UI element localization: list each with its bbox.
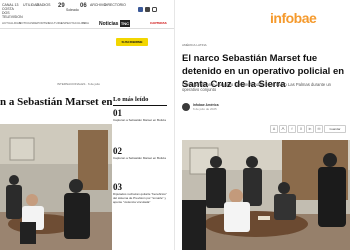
topbar-link-radios[interactable]: RADIOS	[37, 3, 50, 7]
email-share-icon[interactable]: ✉	[315, 125, 323, 133]
most-read-item[interactable]: 01 Capturan a Sebastián Marset en Bolivi…	[113, 108, 169, 122]
brand-badge: TNC	[119, 20, 131, 27]
most-read-text[interactable]: Diputados rechazan quitarle "beneficios"…	[113, 192, 169, 204]
infobae-logo[interactable]: infobae	[270, 10, 317, 26]
topbar-link-directorio[interactable]: DIRECTORIO	[104, 3, 126, 7]
twitter-icon[interactable]	[145, 7, 150, 12]
most-read-title: Lo más leído	[113, 96, 149, 103]
site-brand[interactable]: Noticias TNC	[99, 20, 131, 28]
most-read-item[interactable]: 03 Diputados rechazan quitarle "benefici…	[113, 182, 169, 204]
font-decrease-button[interactable]: A	[270, 125, 278, 133]
nav-item-vida[interactable]: VIDA	[82, 21, 89, 25]
section-tag: INTERNACIONALES · 6 de julio	[57, 82, 101, 86]
brand-tag[interactable]: CARTERAS	[150, 21, 167, 25]
top-bar: CANAL 13 COSTA DOS TELEVISION UTILIDAD R…	[0, 2, 174, 19]
avatar[interactable]	[182, 103, 190, 111]
nav-item-deportes[interactable]: DEPORTES	[33, 21, 49, 25]
most-read-number: 02	[113, 146, 122, 156]
weather-label: Soleado	[66, 8, 79, 12]
date-day: 06	[80, 3, 87, 9]
facebook-icon[interactable]	[138, 7, 143, 12]
article-tools: A A f X in ✉ Guardar	[182, 125, 348, 133]
article-deck: El narcotraficante uruguayo fue aprehend…	[182, 82, 331, 92]
breadcrumb[interactable]: AMÉRICA LATINA	[182, 43, 207, 47]
brand-prefix: Noticias	[99, 21, 119, 27]
arrest-scene-image	[182, 140, 350, 250]
most-read-divider	[113, 105, 167, 106]
byline: Infobae América 6 de julio de 2025	[182, 103, 348, 115]
publish-date: 6 de julio de 2025	[193, 107, 217, 111]
most-read-item[interactable]: 02 Capturan a Sebastián Marset en Bolivi…	[113, 146, 169, 160]
subscribe-button[interactable]: SUSCRIBIRME	[116, 38, 148, 46]
right-article-pane: infobae AMÉRICA LATINA El narco Sebastiá…	[175, 0, 350, 250]
article-headline: n a Sebastián Marset en	[0, 96, 112, 108]
most-read-number: 01	[113, 108, 122, 118]
save-button[interactable]: Guardar	[324, 125, 346, 133]
channel-brand[interactable]: CANAL 13 COSTA DOS TELEVISION	[2, 3, 23, 19]
font-increase-button[interactable]: A	[279, 125, 287, 133]
temperature: 29	[58, 3, 65, 9]
most-read-text[interactable]: Capturan a Sebastián Marset en Bolivia	[113, 118, 169, 122]
arrest-scene-image	[0, 124, 112, 250]
nav-item-cultura[interactable]: CULTURA	[48, 21, 62, 25]
most-read-text[interactable]: Capturan a Sebastián Marset en Bolivia	[113, 156, 169, 160]
article-photo	[182, 140, 350, 250]
x-share-icon[interactable]: X	[297, 125, 305, 133]
nav-item-noticias[interactable]: NOTICIAS	[19, 21, 33, 25]
main-nav: ACTUALIDAD NOTICIAS DEPORTES CULTURA ESP…	[0, 19, 174, 29]
facebook-share-icon[interactable]: f	[288, 125, 296, 133]
article-photo	[0, 124, 112, 250]
instagram-icon[interactable]	[152, 7, 157, 12]
left-article-pane: CANAL 13 COSTA DOS TELEVISION UTILIDAD R…	[0, 0, 174, 250]
linkedin-share-icon[interactable]: in	[306, 125, 314, 133]
most-read-number: 03	[113, 182, 122, 192]
